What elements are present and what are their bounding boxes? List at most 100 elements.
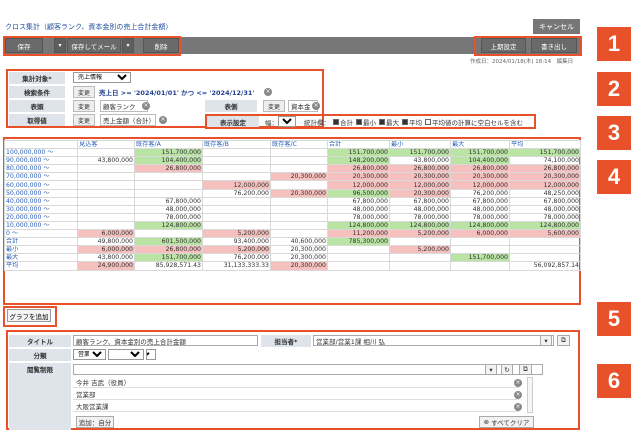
owner-dropdown-icon[interactable]: ▾ bbox=[540, 335, 552, 346]
table-cell bbox=[509, 245, 581, 255]
stats-label: 統計欄： bbox=[304, 118, 330, 127]
table-cell: 78,000,000 bbox=[509, 212, 581, 222]
target-label: 集計対象* bbox=[9, 72, 65, 84]
marker-5: 5 bbox=[597, 302, 631, 336]
table-cell: 6,000,000 bbox=[77, 245, 135, 255]
marker-2: 2 bbox=[597, 72, 631, 106]
clear-all-button[interactable]: ⊗ すべてクリア bbox=[479, 416, 534, 428]
table-cell bbox=[450, 237, 510, 247]
browse-search-input[interactable] bbox=[73, 364, 543, 375]
clear-all-label: すべてクリア bbox=[491, 419, 530, 427]
table-cell: 26,800,000 bbox=[134, 245, 203, 255]
remove-item-icon[interactable]: × bbox=[514, 403, 522, 411]
add-self-button[interactable]: 追加：自分 bbox=[76, 416, 114, 428]
row-header: 50,000,000 ～ bbox=[4, 188, 78, 198]
table-cell: 74,100,000 bbox=[509, 156, 581, 166]
info-text: 作成日：2024/01/18(木) 18:14 編集日 bbox=[470, 59, 574, 65]
measure-remove-icon[interactable]: × bbox=[159, 116, 167, 124]
table-row: 80,000,000 ～ 26,800,000 26,800,000 26,800,0… bbox=[4, 164, 581, 174]
table-row: 平均 24,900,000 85,928,571.43 31,133,333.33 20… bbox=[4, 261, 581, 271]
search-remove-icon[interactable]: × bbox=[264, 88, 272, 96]
browse-list-scrollbar[interactable] bbox=[527, 377, 533, 413]
owner-copy-icon[interactable]: ⧉ bbox=[557, 335, 570, 346]
table-cell bbox=[202, 148, 271, 158]
stat-min-checkbox[interactable] bbox=[356, 118, 362, 125]
display-label: 表示設定 bbox=[207, 116, 259, 127]
table-cell: 48,000,000 bbox=[509, 204, 581, 214]
table-cell bbox=[327, 253, 390, 263]
table-cell: 67,800,000 bbox=[327, 196, 390, 206]
search-change-button[interactable]: 変更 bbox=[73, 86, 95, 98]
measure-change-button[interactable]: 変更 bbox=[73, 114, 95, 126]
table-cell: 20,300,000 bbox=[509, 172, 581, 182]
table-cell bbox=[202, 164, 271, 174]
title-input[interactable]: 顧客ランク、資本金別の売上合計金額 bbox=[73, 335, 258, 346]
table-cell: 78,000,000 bbox=[327, 212, 390, 222]
stat-avg-checkbox[interactable] bbox=[402, 118, 408, 125]
rows-remove-icon[interactable]: × bbox=[142, 102, 150, 110]
column-header: 既存客/A bbox=[134, 139, 203, 150]
table-cell: 124,800,000 bbox=[450, 220, 510, 231]
cols-remove-icon[interactable]: × bbox=[312, 102, 320, 110]
browse-refresh-icon[interactable]: ↻ bbox=[501, 364, 513, 375]
stat-max-checkbox[interactable] bbox=[379, 118, 385, 125]
target-select[interactable]: 売上情報 bbox=[73, 72, 131, 83]
table-cell: 31,133,333.33 bbox=[202, 261, 271, 271]
table-cell: 124,800,000 bbox=[134, 220, 203, 231]
subcategory-select[interactable] bbox=[108, 349, 144, 360]
table-cell: 26,800,000 bbox=[450, 164, 510, 174]
table-cell: 12,000,000 bbox=[389, 180, 451, 190]
blank-cells-label: 平均値の計算に空白セルを含む bbox=[432, 118, 523, 127]
cancel-button[interactable]: キャンセル bbox=[533, 19, 580, 34]
browse-dropdown-icon[interactable]: ▾ bbox=[485, 364, 497, 375]
blank-cells-checkbox[interactable] bbox=[425, 118, 431, 125]
table-cell: 124,800,000 bbox=[327, 220, 390, 231]
table-cell: 43,800,000 bbox=[389, 156, 451, 166]
remove-item-icon[interactable]: × bbox=[514, 379, 522, 387]
width-select[interactable]: 小 bbox=[278, 116, 296, 127]
table-cell: 5,600,000 bbox=[509, 229, 581, 239]
rows-change-button[interactable]: 変更 bbox=[73, 100, 95, 112]
table-cell: 151,700,000 bbox=[450, 148, 510, 158]
category-select[interactable]: 営業部 bbox=[73, 349, 106, 360]
table-cell bbox=[134, 172, 203, 182]
remove-item-icon[interactable]: × bbox=[514, 391, 522, 399]
cols-label: 表側 bbox=[205, 100, 257, 112]
table-cell bbox=[389, 261, 451, 271]
form-title-label: タイトル bbox=[9, 335, 71, 347]
table-cell: 20,300,000 bbox=[270, 188, 328, 198]
search-label: 検索条件 bbox=[9, 86, 65, 98]
marker-3: 3 bbox=[597, 116, 631, 150]
table-cell bbox=[270, 180, 328, 190]
table-cell: 6,000,000 bbox=[77, 229, 135, 239]
table-cell: 76,200,000 bbox=[450, 188, 510, 198]
row-header: 30,000,000 ～ bbox=[4, 204, 78, 214]
measure-value: 売上金額（合計） bbox=[100, 114, 156, 126]
owner-input[interactable]: 営業部/営業1課 相川 弘 bbox=[313, 335, 554, 346]
table-cell: 151,700,000 bbox=[134, 148, 203, 158]
table-cell: 124,800,000 bbox=[509, 220, 581, 231]
cols-change-button[interactable]: 変更 bbox=[263, 100, 285, 112]
browse-copy-icon[interactable]: ⧉ bbox=[519, 364, 532, 375]
table-cell: 785,300,000 bbox=[327, 237, 390, 247]
table-row: 50,000,000 ～ 76,200,000 20,300,000 96,500,0… bbox=[4, 188, 581, 198]
table-cell: 96,500,000 bbox=[327, 188, 390, 198]
table-cell bbox=[270, 148, 328, 158]
row-header: 20,000,000 ～ bbox=[4, 212, 78, 222]
table-cell bbox=[270, 204, 328, 214]
browse-list-item: 営業部 bbox=[73, 389, 519, 400]
table-cell: 12,000,000 bbox=[327, 180, 390, 190]
stat-avg-label: 平均 bbox=[409, 118, 422, 127]
stat-sum-checkbox[interactable] bbox=[333, 118, 339, 125]
subcategory2-select[interactable] bbox=[146, 349, 156, 360]
add-graph-button[interactable]: グラフを追加 bbox=[7, 309, 51, 322]
table-cell: 11,200,000 bbox=[327, 229, 390, 239]
table-cell: 67,800,000 bbox=[509, 196, 581, 206]
table-row: 0 ～ 6,000,000 5,200,000 11,200,000 5,200,000… bbox=[4, 229, 581, 239]
table-cell: 43,800,000 bbox=[77, 253, 135, 263]
table-row: 合計 49,800,000 601,500,000 93,400,000 40,600,… bbox=[4, 237, 581, 247]
table-cell: 24,900,000 bbox=[77, 261, 135, 271]
table-cell: 48,250,000 bbox=[509, 188, 581, 198]
highlight-box-toolbar-right bbox=[474, 36, 582, 56]
table-cell bbox=[270, 229, 328, 239]
